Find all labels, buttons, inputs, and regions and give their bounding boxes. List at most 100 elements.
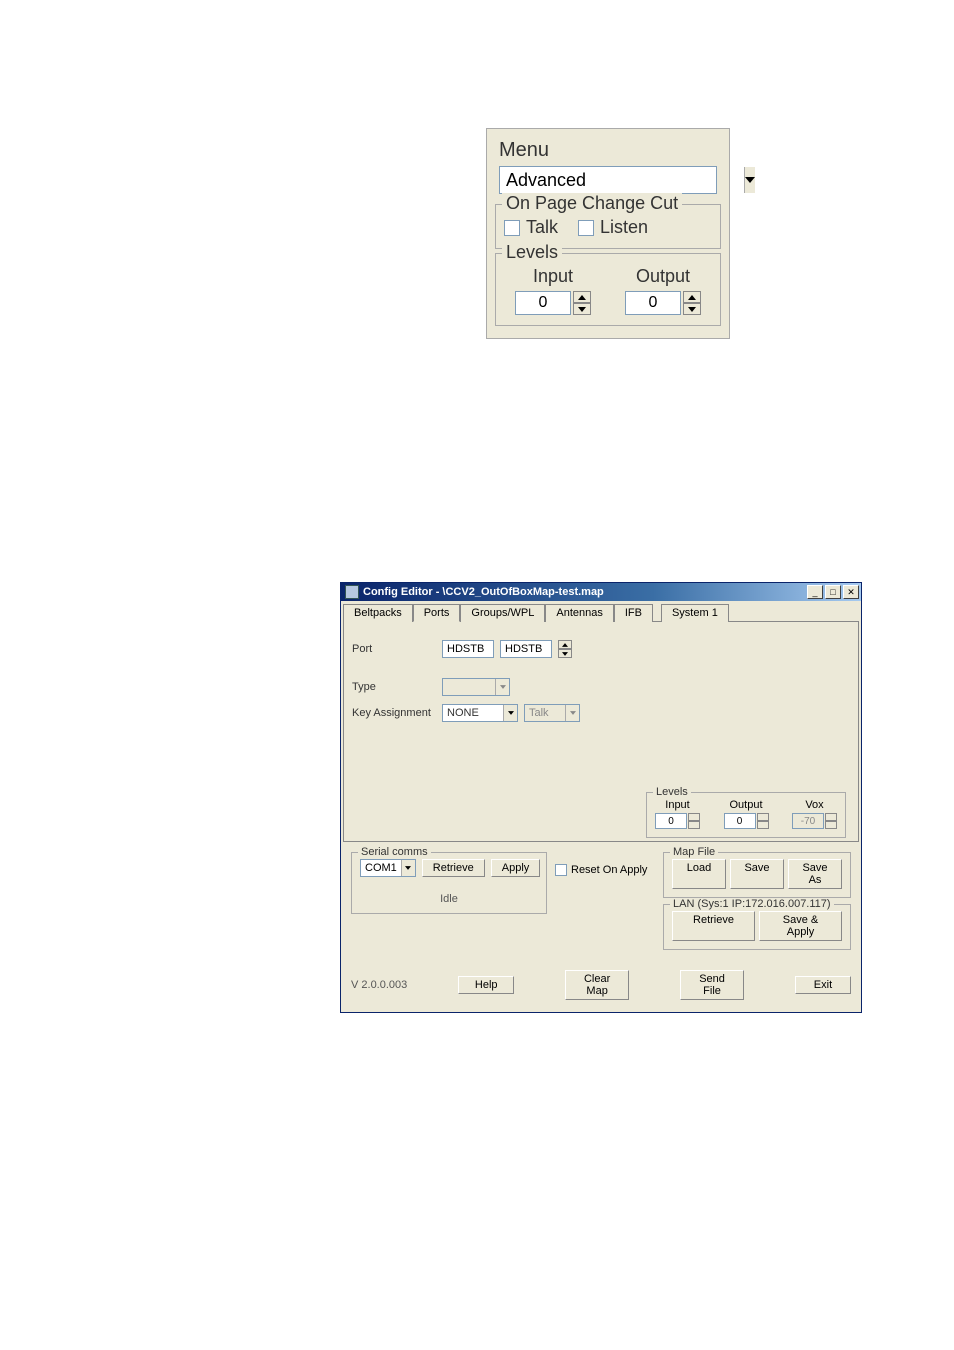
type-label: Type	[352, 681, 436, 693]
input-label: Input	[533, 266, 573, 287]
lvl-input-label: Input	[665, 799, 689, 811]
chevron-down-icon	[745, 177, 755, 183]
spin-up-button[interactable]	[757, 813, 769, 821]
output-label: Output	[636, 266, 690, 287]
levels-legend-sm: Levels	[653, 786, 691, 798]
tab-ifb[interactable]: IFB	[614, 604, 653, 622]
key-talk-value: Talk	[525, 707, 565, 719]
key-assignment-label: Key Assignment	[352, 707, 436, 719]
close-button[interactable]: ✕	[843, 585, 859, 599]
clearmap-button[interactable]: Clear Map	[565, 970, 629, 1000]
chevron-down-icon	[500, 685, 506, 689]
spin-down-button[interactable]	[683, 303, 701, 315]
chevron-up-icon	[562, 643, 568, 647]
lvl-vox-value	[792, 813, 824, 829]
lvl-output-spinner[interactable]	[724, 813, 769, 829]
spin-up-button[interactable]	[683, 291, 701, 303]
window-title: Config Editor - \CCV2_OutOfBoxMap-test.m…	[363, 586, 807, 598]
output-value[interactable]	[625, 291, 681, 315]
checkbox-icon[interactable]	[555, 864, 567, 876]
chevron-down-icon	[570, 711, 576, 715]
spin-up-button[interactable]	[688, 813, 700, 821]
serial-comms-group: Serial comms COM1 Retrieve Apply Idle	[351, 852, 547, 914]
type-dropdown	[442, 678, 510, 696]
tab-beltpacks[interactable]: Beltpacks	[343, 604, 413, 622]
lan-retrieve-button[interactable]: Retrieve	[672, 911, 755, 941]
spin-down-button	[825, 821, 837, 829]
input-level-col: Input	[515, 266, 591, 315]
checkbox-icon[interactable]	[504, 220, 520, 236]
port-field[interactable]	[442, 640, 494, 658]
port-label: Port	[352, 643, 436, 655]
listen-checkbox-wrap[interactable]: Listen	[578, 217, 648, 238]
spin-down-button[interactable]	[757, 821, 769, 829]
levels-group-sm: Levels Input Output	[646, 792, 846, 838]
spin-down-button[interactable]	[688, 821, 700, 829]
checkbox-icon[interactable]	[578, 220, 594, 236]
menu-dropdown[interactable]	[499, 166, 717, 194]
lvl-vox-col: Vox	[792, 799, 837, 829]
serial-legend: Serial comms	[358, 846, 431, 858]
port-name-field[interactable]	[500, 640, 552, 658]
key-assignment-dropdown[interactable]: NONE	[442, 704, 518, 722]
tab-antennas[interactable]: Antennas	[545, 604, 613, 622]
spin-up-button[interactable]	[573, 291, 591, 303]
output-spinner[interactable]	[625, 291, 701, 315]
chevron-down-icon	[688, 307, 696, 312]
lvl-vox-spinner	[792, 813, 837, 829]
tab-groups[interactable]: Groups/WPL	[460, 604, 545, 622]
reset-on-apply-checkbox[interactable]: Reset On Apply	[555, 864, 655, 876]
cut-legend: On Page Change Cut	[502, 193, 682, 214]
retrieve-button[interactable]: Retrieve	[422, 859, 485, 877]
tab-system1[interactable]: System 1	[661, 604, 729, 622]
key-talk-dropdown: Talk	[524, 704, 580, 722]
lvl-output-col: Output	[724, 799, 769, 829]
menu-dropdown-input[interactable]	[500, 170, 744, 191]
maximize-button[interactable]: □	[825, 585, 841, 599]
exit-button[interactable]: Exit	[795, 976, 851, 994]
lvl-input-value[interactable]	[655, 813, 687, 829]
chevron-down-icon	[562, 652, 568, 656]
spin-down-button[interactable]	[558, 649, 572, 658]
titlebar[interactable]: Config Editor - \CCV2_OutOfBoxMap-test.m…	[341, 583, 861, 601]
input-spinner[interactable]	[515, 291, 591, 315]
footer: V 2.0.0.003 Help Clear Map Send File Exi…	[343, 964, 859, 1010]
chevron-down-icon	[405, 866, 411, 870]
status-text: Idle	[360, 893, 538, 905]
input-value[interactable]	[515, 291, 571, 315]
minimize-button[interactable]: _	[807, 585, 823, 599]
dropdown-button[interactable]	[401, 860, 415, 876]
version-text: V 2.0.0.003	[351, 979, 407, 991]
talk-checkbox-wrap[interactable]: Talk	[504, 217, 558, 238]
levels-legend: Levels	[502, 242, 562, 263]
lan-saveapply-button[interactable]: Save & Apply	[759, 911, 842, 941]
lvl-output-value[interactable]	[724, 813, 756, 829]
save-button[interactable]: Save	[730, 859, 784, 889]
port-spinner[interactable]	[558, 640, 572, 658]
key-value: NONE	[443, 707, 503, 719]
load-button[interactable]: Load	[672, 859, 726, 889]
mapfile-group: Map File Load Save Save As	[663, 852, 851, 898]
dropdown-button[interactable]	[744, 167, 755, 193]
tab-ports[interactable]: Ports	[413, 604, 461, 622]
chevron-up-icon	[688, 295, 696, 300]
apply-button[interactable]: Apply	[491, 859, 541, 877]
output-level-col: Output	[625, 266, 701, 315]
spin-down-button[interactable]	[573, 303, 591, 315]
mapfile-legend: Map File	[670, 846, 718, 858]
lvl-input-spinner[interactable]	[655, 813, 700, 829]
saveas-button[interactable]: Save As	[788, 859, 842, 889]
menu-label: Menu	[499, 139, 721, 162]
dropdown-button[interactable]	[503, 705, 517, 721]
com-port-dropdown[interactable]: COM1	[360, 859, 416, 877]
spin-up-button[interactable]	[558, 640, 572, 649]
lvl-input-col: Input	[655, 799, 700, 829]
sendfile-button[interactable]: Send File	[680, 970, 744, 1000]
menu-panel: Menu On Page Change Cut Talk Listen Leve…	[486, 128, 730, 339]
ports-tab-content: Port Type Key Assignment	[343, 622, 859, 842]
help-button[interactable]: Help	[458, 976, 514, 994]
config-editor-window: Config Editor - \CCV2_OutOfBoxMap-test.m…	[340, 582, 862, 1013]
lan-legend: LAN (Sys:1 IP:172.016.007.117)	[670, 898, 834, 910]
chevron-up-icon	[578, 295, 586, 300]
lvl-output-label: Output	[729, 799, 762, 811]
